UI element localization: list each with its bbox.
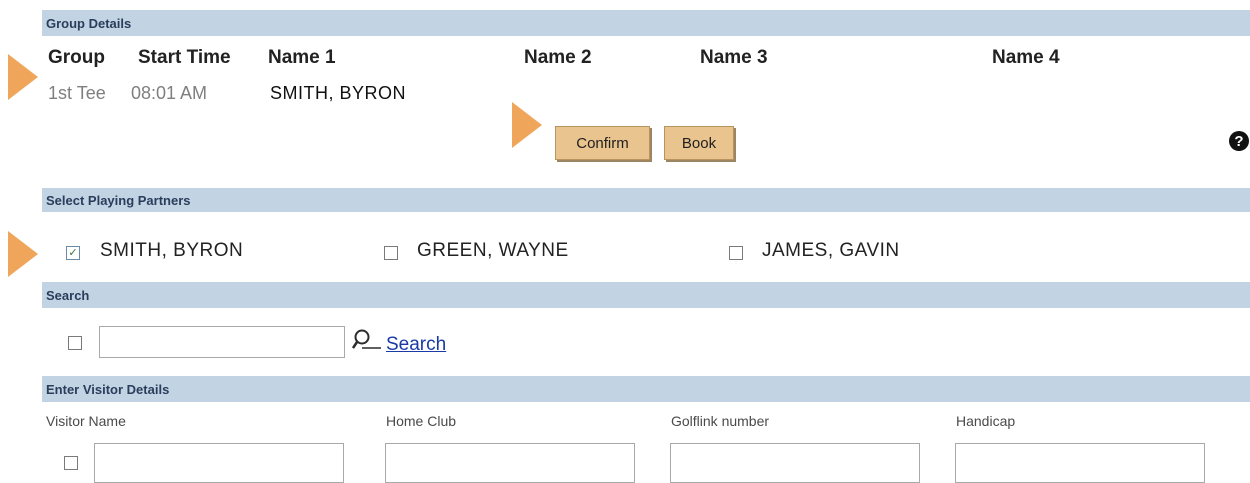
partner-label-green: GREEN, WAYNE xyxy=(417,240,569,261)
group-details-header: Group Details xyxy=(42,10,1250,36)
group-details-title: Group Details xyxy=(46,15,132,31)
partner-checkbox-smith[interactable]: ✓ xyxy=(66,246,80,260)
book-button[interactable]: Book xyxy=(664,126,734,160)
visitor-name-label: Visitor Name xyxy=(46,413,126,429)
pointer-arrow-group-row xyxy=(8,54,38,100)
handicap-label: Handicap xyxy=(956,413,1016,429)
partner-label-smith: SMITH, BYRON xyxy=(100,240,244,261)
confirm-button[interactable]: Confirm xyxy=(555,126,650,160)
col-header-start-time: Start Time xyxy=(138,47,231,68)
start-time-value: 08:01 AM xyxy=(131,83,208,103)
golflink-number-field[interactable] xyxy=(670,443,920,483)
group-value: 1st Tee xyxy=(48,83,106,103)
select-partners-title: Select Playing Partners xyxy=(46,192,191,208)
pointer-arrow-partners xyxy=(8,231,38,277)
col-header-group: Group xyxy=(48,47,105,68)
search-title: Search xyxy=(46,287,90,303)
visitor-name-field[interactable] xyxy=(94,443,344,483)
name1-value: SMITH, BYRON xyxy=(270,83,407,103)
golflink-number-label: Golflink number xyxy=(671,413,770,429)
magnifier-icon[interactable] xyxy=(351,328,382,359)
check-mark-icon: ✓ xyxy=(68,246,78,259)
col-header-name2: Name 2 xyxy=(524,47,592,68)
partner-label-james: JAMES, GAVIN xyxy=(762,240,900,261)
partner-checkbox-green[interactable] xyxy=(384,246,398,260)
handicap-field[interactable] xyxy=(955,443,1205,483)
col-header-name3: Name 3 xyxy=(700,47,768,68)
search-header: Search xyxy=(42,282,1250,308)
search-input[interactable] xyxy=(99,326,345,358)
search-link[interactable]: Search xyxy=(386,334,446,356)
visitor-details-title: Enter Visitor Details xyxy=(46,381,170,397)
search-checkbox[interactable] xyxy=(68,336,82,350)
partner-checkbox-james[interactable] xyxy=(729,246,743,260)
select-partners-header: Select Playing Partners xyxy=(42,188,1250,212)
visitor-checkbox[interactable] xyxy=(64,456,78,470)
col-header-name4: Name 4 xyxy=(992,47,1060,68)
help-icon[interactable]: ? xyxy=(1229,131,1249,151)
col-header-name1: Name 1 xyxy=(268,47,336,68)
pointer-arrow-buttons xyxy=(512,102,542,148)
home-club-field[interactable] xyxy=(385,443,635,483)
visitor-details-header: Enter Visitor Details xyxy=(42,376,1250,402)
home-club-label: Home Club xyxy=(386,413,457,429)
